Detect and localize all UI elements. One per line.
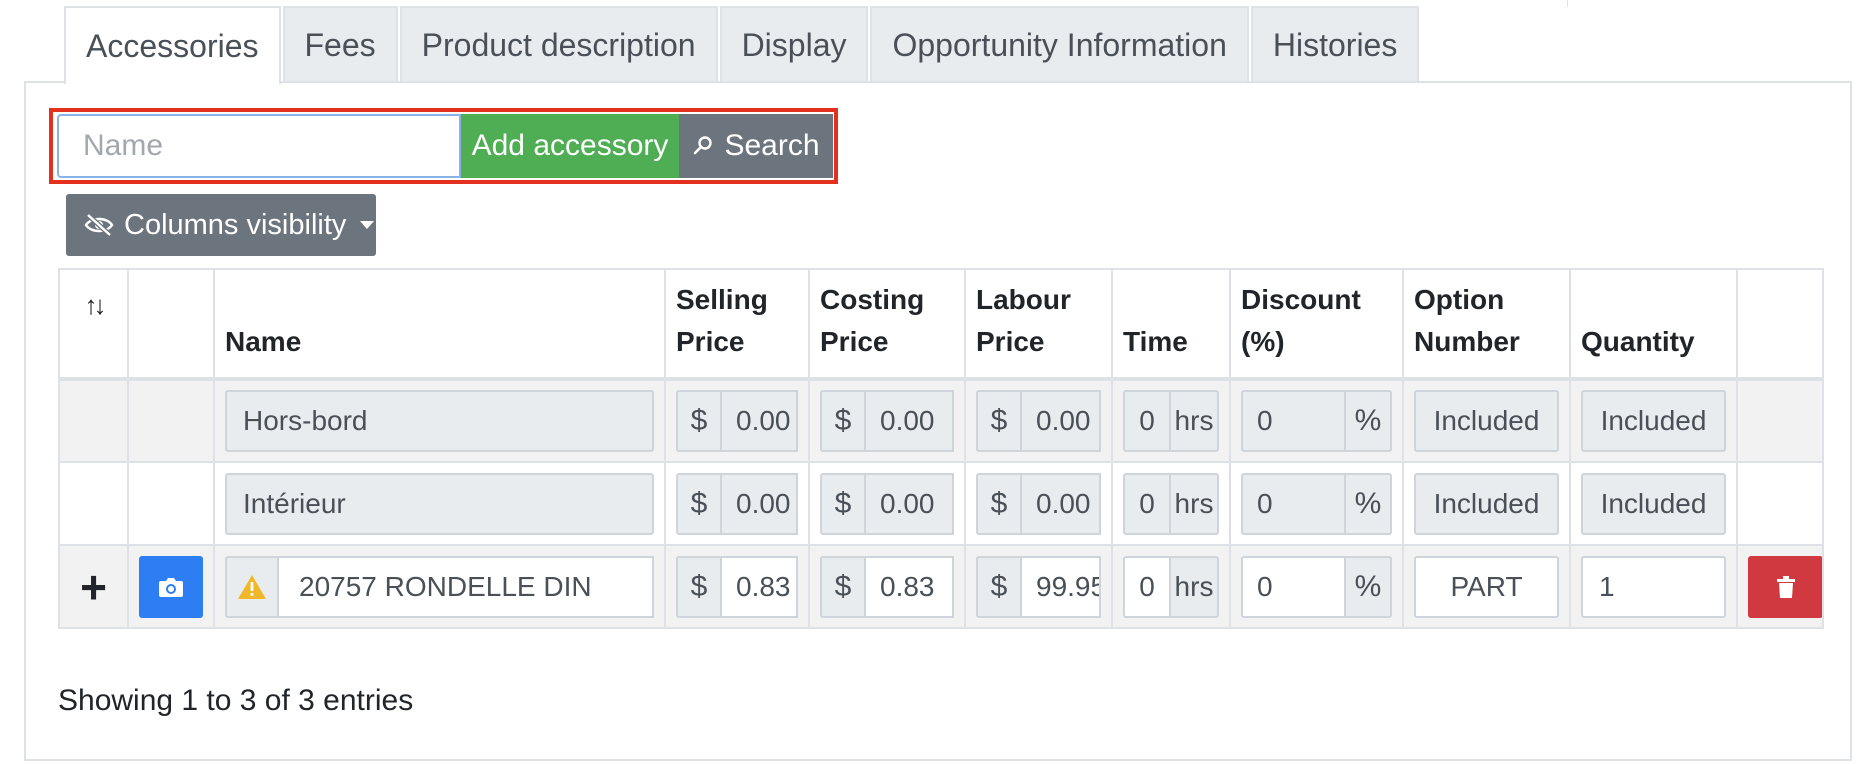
name-field: Hors-bord (225, 390, 654, 452)
currency-addon: $ (976, 390, 1022, 452)
name-input[interactable]: 20757 RONDELLE DIN (279, 555, 654, 618)
tab-product-description[interactable]: Product description (399, 6, 718, 82)
currency-addon: $ (976, 472, 1022, 535)
time-input[interactable]: 0 (1123, 555, 1171, 618)
tab-histories[interactable]: Histories (1250, 6, 1420, 82)
currency-addon: $ (676, 390, 722, 452)
discount-field: 0 (1241, 390, 1346, 452)
warning-icon (225, 555, 279, 618)
currency-addon: $ (820, 555, 866, 618)
selling-price-column-header[interactable]: Selling Price (664, 268, 810, 380)
caret-down-icon (360, 221, 375, 229)
tab-fees[interactable]: Fees (282, 6, 398, 82)
sort-icon: ↑↓ (84, 290, 107, 320)
search-icon (694, 136, 713, 155)
currency-addon: $ (976, 555, 1022, 618)
table-info-text: Showing 1 to 3 of 3 entries (58, 684, 414, 717)
discount-field: 0 (1241, 472, 1346, 535)
selling-price-input[interactable]: 0.83 (722, 555, 798, 618)
table-header-row: ↑↓ Name Selling Price Costing Price Labour… (58, 268, 1824, 380)
accessory-search-group: Add accessory Search (57, 114, 833, 178)
columns-visibility-label: Columns visibility (124, 208, 347, 241)
labour-price-input[interactable]: 99.95 (1022, 555, 1101, 618)
add-accessory-button[interactable]: Add accessory (461, 114, 679, 178)
camera-icon (159, 577, 183, 597)
percent-addon: % (1346, 472, 1392, 535)
option-number-input[interactable]: PART (1414, 555, 1559, 618)
columns-visibility-button[interactable]: Columns visibility (66, 194, 376, 256)
currency-addon: $ (820, 390, 866, 452)
tab-display[interactable]: Display (719, 6, 869, 82)
top-divider (1567, 0, 1568, 7)
name-field: Intérieur (225, 472, 654, 535)
discount-input[interactable]: 0 (1241, 555, 1346, 618)
expand-row-button[interactable]: + (70, 560, 117, 614)
time-field: 0 (1123, 472, 1171, 535)
selling-price-field: 0.00 (722, 390, 798, 452)
labour-price-field: 0.00 (1022, 390, 1101, 452)
image-column-header (127, 268, 215, 380)
trash-icon (1776, 575, 1795, 598)
sort-column-header[interactable]: ↑↓ (58, 268, 129, 380)
discount-column-header[interactable]: Discount (%) (1229, 268, 1404, 380)
table-row: + 20757 RONDELLE DIN $0.83 $0.83 $ 99.95… (58, 544, 1824, 629)
hours-addon: hrs (1171, 472, 1219, 535)
accessories-table: ↑↓ Name Selling Price Costing Price Labour… (58, 268, 1824, 629)
delete-row-button[interactable] (1748, 555, 1823, 618)
search-button-label: Search (724, 129, 820, 162)
option-number-field: Included (1414, 390, 1559, 452)
quantity-column-header[interactable]: Quantity (1569, 268, 1738, 380)
costing-price-input[interactable]: 0.83 (866, 555, 954, 618)
labour-price-field: 0.00 (1022, 472, 1101, 535)
time-field: 0 (1123, 390, 1171, 452)
currency-addon: $ (676, 472, 722, 535)
hours-addon: hrs (1171, 390, 1219, 452)
eye-slash-icon (84, 213, 114, 237)
percent-addon: % (1346, 390, 1392, 452)
tab-bar: Accessories Fees Product description Dis… (64, 6, 1421, 84)
costing-price-field: 0.00 (866, 472, 954, 535)
labour-price-column-header[interactable]: Labour Price (964, 268, 1113, 380)
option-number-column-header[interactable]: Option Number (1402, 268, 1571, 380)
actions-column-header (1736, 268, 1824, 380)
table-row: Intérieur $0.00 $0.00 $0.00 0 hrs 0% Incl… (58, 461, 1824, 546)
quantity-field: Included (1581, 390, 1726, 452)
currency-addon: $ (820, 472, 866, 535)
costing-price-field: 0.00 (866, 390, 954, 452)
currency-addon: $ (676, 555, 722, 618)
quantity-input[interactable]: 1 (1581, 555, 1726, 618)
hours-addon: hrs (1171, 555, 1219, 618)
time-column-header[interactable]: Time (1111, 268, 1231, 380)
option-number-field: Included (1414, 472, 1559, 535)
search-button[interactable]: Search (679, 114, 833, 178)
tab-accessories[interactable]: Accessories (64, 6, 281, 84)
upload-image-button[interactable] (139, 555, 203, 618)
tab-opportunity-information[interactable]: Opportunity Information (870, 6, 1249, 82)
percent-addon: % (1346, 555, 1392, 618)
accessory-name-input[interactable] (57, 114, 461, 178)
quantity-field: Included (1581, 472, 1726, 535)
selling-price-field: 0.00 (722, 472, 798, 535)
table-row: Hors-bord $0.00 $0.00 $0.00 0 hrs 0% Incl… (58, 378, 1824, 463)
name-column-header[interactable]: Name (213, 268, 666, 380)
costing-price-column-header[interactable]: Costing Price (808, 268, 966, 380)
